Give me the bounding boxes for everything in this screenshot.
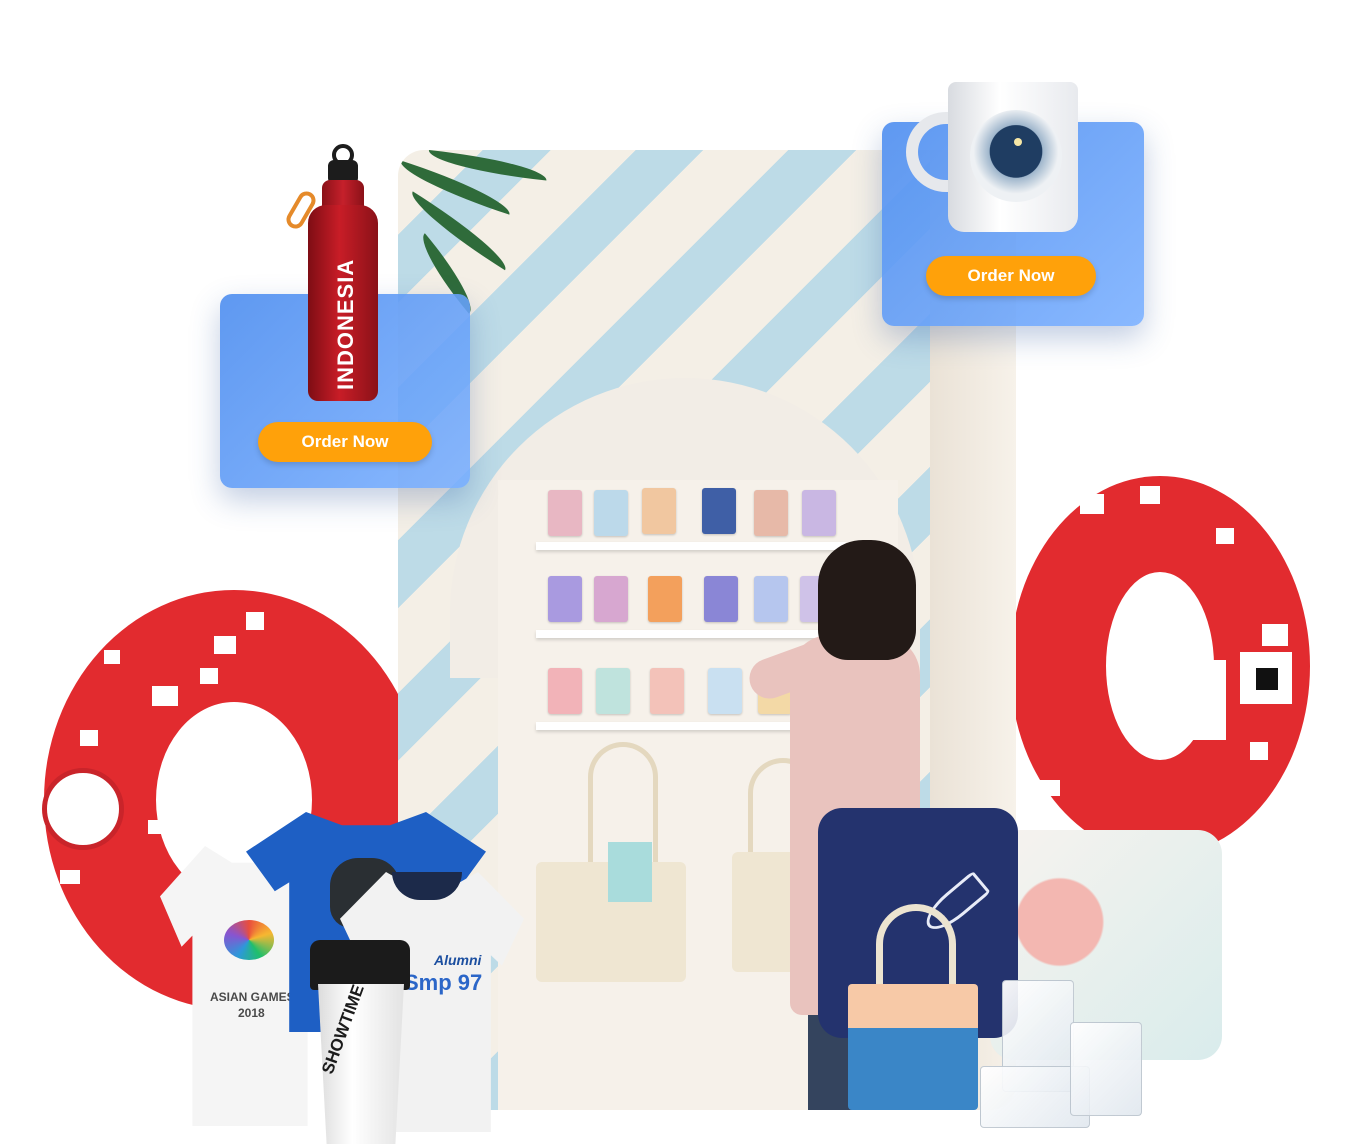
- ring-pattern-dot: [152, 686, 178, 706]
- asian-games-logo: [224, 920, 274, 960]
- greeting-card: [648, 576, 682, 622]
- mug-moon-icon: [1014, 138, 1022, 146]
- ring-pattern-dot: [80, 730, 98, 746]
- ring-square-inner: [1256, 668, 1278, 690]
- greeting-card: [754, 576, 788, 622]
- greeting-card: [802, 490, 836, 536]
- merch-hero-illustration: INDONESIA Order Now Order Now ASIAN GAME…: [0, 0, 1348, 1145]
- shaker-lid: [310, 940, 410, 990]
- greeting-card: [708, 668, 742, 714]
- greeting-card: [594, 490, 628, 536]
- ring-pattern-dot: [148, 820, 162, 834]
- greeting-card: [642, 488, 676, 534]
- ring-pattern-dot: [104, 650, 120, 664]
- ring-pattern-dot: [246, 612, 264, 630]
- ring-pattern-dot: [1040, 780, 1060, 796]
- ring-pattern-dot: [1080, 494, 1104, 514]
- order-now-button-mug[interactable]: Order Now: [926, 256, 1096, 296]
- greeting-card: [754, 490, 788, 536]
- greeting-card: [548, 490, 582, 536]
- greeting-card: [548, 576, 582, 622]
- tote-tag: [608, 842, 652, 902]
- greeting-card: [650, 668, 684, 714]
- tshirt-print-year: 2018: [238, 1006, 265, 1020]
- polo-print-sub: Smp 97: [404, 970, 483, 995]
- mug-print-art: [970, 110, 1062, 202]
- card-shelf: [536, 630, 846, 638]
- crystal-block-small: [1070, 1022, 1142, 1116]
- order-now-button-bottle[interactable]: Order Now: [258, 422, 432, 462]
- card-shelf: [536, 542, 846, 550]
- greeting-card: [596, 668, 630, 714]
- greeting-card: [548, 668, 582, 714]
- ring-pattern-dot: [214, 636, 236, 654]
- bottle-print-text: INDONESIA: [333, 258, 358, 390]
- greeting-card: [702, 488, 736, 534]
- ring-pattern-dot: [1250, 742, 1268, 760]
- ring-pattern-dot: [1216, 528, 1234, 544]
- polo-print-text: Alumni: [434, 952, 482, 968]
- printed-tote-bag: [848, 984, 978, 1110]
- ring-pattern-dot: [60, 870, 80, 884]
- ring-emblem-icon: [42, 768, 124, 850]
- greeting-card: [594, 576, 628, 622]
- greeting-card: [704, 576, 738, 622]
- ring-pattern-dot: [1186, 660, 1226, 740]
- ring-pattern-dot: [1262, 624, 1288, 646]
- tshirt-print-text: ASIAN GAMES: [210, 990, 295, 1004]
- ring-pattern-dot: [1140, 486, 1160, 504]
- ring-pattern-dot: [200, 668, 218, 684]
- person-hair: [818, 540, 916, 660]
